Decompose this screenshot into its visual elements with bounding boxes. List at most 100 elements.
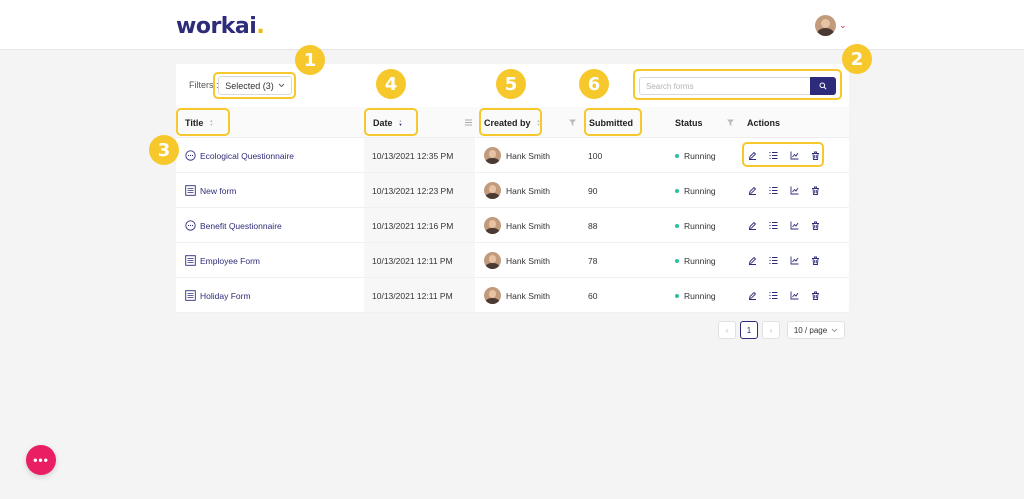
logo-dot: . <box>256 14 265 39</box>
form-title-cell[interactable]: Benefit Questionnaire <box>185 208 282 243</box>
delete-button[interactable] <box>809 220 821 232</box>
list-icon <box>768 186 777 195</box>
statistics-button[interactable] <box>788 150 800 162</box>
more-dots-icon: ••• <box>33 453 49 467</box>
chevron-down-icon <box>278 83 285 88</box>
author-name: Hank Smith <box>506 150 550 161</box>
more-actions-button[interactable]: ••• <box>26 445 56 475</box>
sort-icon[interactable]: ▲ ▼ <box>639 118 643 127</box>
sort-icon[interactable]: ▲ ▼ <box>209 118 213 127</box>
filter-icon[interactable] <box>726 118 735 127</box>
actions-cell <box>746 173 830 208</box>
column-header-title[interactable]: Title ▲ ▼ <box>185 107 213 138</box>
responses-button[interactable] <box>767 290 779 302</box>
callout-marker-2: 2 <box>842 44 872 74</box>
date-cell: 10/13/2021 12:11 PM <box>372 290 453 301</box>
edit-button[interactable] <box>746 255 758 267</box>
column-menu-icon[interactable] <box>464 118 473 127</box>
statistics-button[interactable] <box>788 290 800 302</box>
status-text: Running <box>684 220 716 231</box>
form-title-link[interactable]: Benefit Questionnaire <box>200 221 282 231</box>
page-1-button[interactable]: 1 <box>740 321 758 339</box>
delete-button[interactable] <box>809 290 821 302</box>
search-icon <box>819 82 827 90</box>
column-header-created-by[interactable]: Created by ▲ ▼ <box>484 107 541 138</box>
status-dot <box>675 188 679 193</box>
chevron-down-icon[interactable]: ⌄ <box>839 20 847 31</box>
form-title-cell[interactable]: Ecological Questionnaire <box>185 138 294 173</box>
logo-text: workai <box>176 14 257 39</box>
list-icon <box>768 221 777 230</box>
delete-button[interactable] <box>809 255 821 267</box>
line-chart-icon <box>790 256 798 265</box>
actions-cell <box>746 208 830 243</box>
chevron-down-icon <box>831 328 838 332</box>
column-title-label: Title <box>185 117 204 128</box>
responses-button[interactable] <box>767 220 779 232</box>
user-menu[interactable]: ⌄ <box>815 15 847 36</box>
column-date-label: Date <box>373 117 393 128</box>
statistics-button[interactable] <box>788 255 800 267</box>
form-list-icon <box>185 185 196 196</box>
search-button[interactable] <box>810 77 836 95</box>
sort-icon[interactable]: ▲ ▼ <box>537 118 541 127</box>
column-header-actions: Actions <box>747 107 780 138</box>
edit-button[interactable] <box>746 185 758 197</box>
callout-marker-6: 6 <box>579 69 609 99</box>
chat-bubble-icon <box>185 220 196 231</box>
edit-button[interactable] <box>746 290 758 302</box>
workai-logo[interactable]: workai. <box>176 14 265 39</box>
delete-button[interactable] <box>809 150 821 162</box>
filters-select[interactable]: Selected (3) <box>218 76 292 95</box>
column-header-status: Status <box>675 107 703 138</box>
status-dot <box>675 153 679 158</box>
page-size-select[interactable]: 10 / page <box>787 321 845 339</box>
responses-button[interactable] <box>767 150 779 162</box>
form-list-icon <box>185 255 196 266</box>
statistics-button[interactable] <box>788 220 800 232</box>
author-name: Hank Smith <box>506 290 550 301</box>
column-header-submitted[interactable]: Submitted ▲ ▼ <box>589 107 643 138</box>
list-icon <box>768 256 777 265</box>
page-size-value: 10 / page <box>793 325 828 335</box>
author-avatar <box>484 217 501 234</box>
column-header-date[interactable]: Date ▲ ▼ <box>373 107 402 138</box>
filter-icon[interactable] <box>568 118 577 127</box>
statistics-button[interactable] <box>788 185 800 197</box>
prev-page-button[interactable]: ‹ <box>718 321 736 339</box>
column-created-by-label: Created by <box>484 117 531 128</box>
trash-icon <box>811 256 819 265</box>
edit-button[interactable] <box>746 150 758 162</box>
search-input[interactable] <box>639 77 810 95</box>
actions-cell <box>746 278 830 313</box>
actions-cell <box>746 138 830 173</box>
form-title-cell[interactable]: Holiday Form <box>185 278 251 313</box>
callout-marker-3: 3 <box>149 135 179 165</box>
form-title-link[interactable]: Employee Form <box>200 256 260 266</box>
sort-descending-icon[interactable]: ▲ ▼ <box>399 118 403 127</box>
form-title-cell[interactable]: New form <box>185 173 236 208</box>
status-text: Running <box>684 290 716 301</box>
table-row: Employee Form 10/13/2021 12:11 PM Hank S… <box>176 243 849 278</box>
responses-button[interactable] <box>767 185 779 197</box>
status-text: Running <box>684 255 716 266</box>
next-page-button[interactable]: › <box>762 321 780 339</box>
table-row: Ecological Questionnaire 10/13/2021 12:3… <box>176 138 849 173</box>
form-title-link[interactable]: Ecological Questionnaire <box>200 151 294 161</box>
search-box <box>639 77 836 95</box>
status-dot <box>675 223 679 228</box>
author-cell: Hank Smith <box>484 138 550 173</box>
form-title-link[interactable]: New form <box>200 186 236 196</box>
status-cell: Running <box>675 208 716 243</box>
status-cell: Running <box>675 138 716 173</box>
user-avatar[interactable] <box>815 15 836 36</box>
author-cell: Hank Smith <box>484 278 550 313</box>
responses-button[interactable] <box>767 255 779 267</box>
submitted-count: 60 <box>588 290 598 301</box>
author-avatar <box>484 252 501 269</box>
form-title-cell[interactable]: Employee Form <box>185 243 260 278</box>
delete-button[interactable] <box>809 185 821 197</box>
form-title-link[interactable]: Holiday Form <box>200 291 251 301</box>
list-icon <box>768 151 777 160</box>
edit-button[interactable] <box>746 220 758 232</box>
